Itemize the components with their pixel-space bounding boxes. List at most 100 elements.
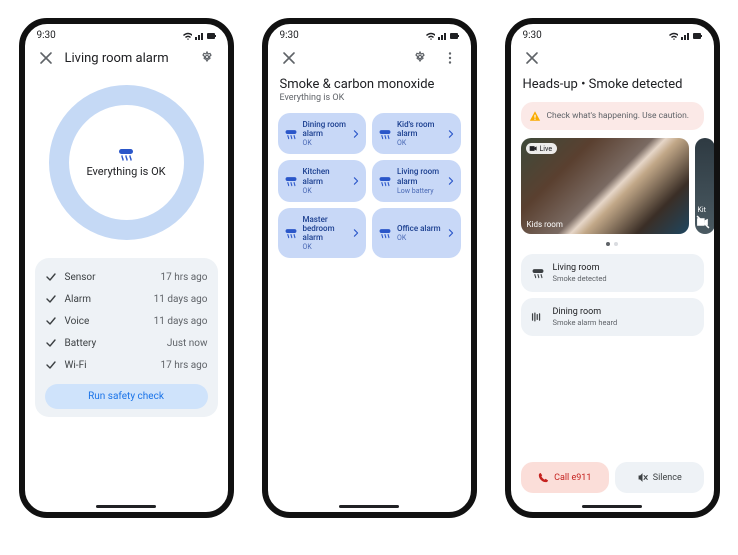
close-button[interactable] (521, 47, 543, 69)
call-911-button[interactable]: Call e911 (521, 462, 610, 493)
check-timestamp: 11 days ago (154, 294, 208, 305)
tile-name: Living room alarm (397, 167, 442, 185)
phone-icon (538, 472, 549, 483)
warning-icon (529, 110, 541, 122)
wifi-icon (182, 31, 192, 41)
check-label: Battery (65, 338, 167, 349)
top-bar (511, 43, 714, 75)
tile-name: Kitchen alarm (303, 167, 348, 185)
home-indicator[interactable] (582, 505, 642, 508)
alert-card[interactable]: Living roomSmoke detected (521, 254, 704, 292)
check-label: Voice (65, 316, 154, 327)
check-icon (45, 315, 57, 327)
signal-icon (437, 31, 447, 41)
check-icon (45, 359, 57, 371)
close-button[interactable] (278, 47, 300, 69)
silence-button[interactable]: Silence (615, 462, 704, 493)
chevron-right-icon (352, 229, 360, 237)
top-bar: Living room alarm (25, 43, 228, 75)
live-label: Live (540, 145, 553, 153)
alarm-tile[interactable]: Master bedroom alarmOK (278, 208, 367, 259)
close-button[interactable] (35, 47, 57, 69)
status-time: 9:30 (280, 30, 299, 41)
status-ring: Everything is OK (35, 75, 218, 258)
settings-button[interactable] (409, 47, 431, 69)
alert-message: Smoke detected (553, 274, 607, 283)
tile-name: Master bedroom alarm (303, 215, 348, 243)
tile-name: Kid's room alarm (397, 120, 442, 138)
phone-smoke-co: 9:30 Smoke & carbon monoxide Everything … (262, 18, 477, 518)
status-bar: 9:30 (25, 24, 228, 43)
chevron-right-icon (447, 130, 455, 138)
camera-next[interactable]: Kit (695, 138, 714, 234)
check-row: Voice11 days ago (45, 310, 208, 332)
alert-room: Living room (553, 263, 607, 273)
camera-label: Kids room (527, 220, 563, 229)
smoke-detector-icon (117, 147, 135, 161)
battery-icon (449, 31, 459, 41)
chevron-right-icon (447, 177, 455, 185)
smoke-detector-icon (284, 226, 298, 240)
check-icon (45, 293, 57, 305)
top-bar (268, 43, 471, 75)
check-timestamp: Just now (167, 338, 208, 349)
status-icons (425, 31, 459, 41)
camera-kids-room[interactable]: Live Kids room (521, 138, 689, 234)
check-icon (45, 337, 57, 349)
smoke-detector-icon (284, 127, 298, 141)
alert-message: Smoke alarm heard (553, 318, 618, 327)
smoke-detector-icon (378, 127, 392, 141)
alarm-tile[interactable]: Kid's room alarmOK (372, 113, 461, 154)
alarm-tile[interactable]: Office alarmOK (372, 208, 461, 259)
page-title: Smoke & carbon monoxide (278, 75, 461, 93)
battery-icon (692, 31, 702, 41)
mute-icon (637, 472, 648, 483)
camera-row: Live Kids room Kit (521, 138, 704, 234)
status-icons (182, 31, 216, 41)
tile-status: OK (397, 139, 442, 147)
status-message: Everything is OK (86, 165, 165, 178)
wifi-icon (425, 31, 435, 41)
wifi-icon (668, 31, 678, 41)
camera-peek-label: Kit (698, 206, 706, 214)
check-timestamp: 17 hrs ago (160, 272, 207, 283)
tile-status: OK (303, 243, 348, 251)
check-label: Sensor (65, 272, 161, 283)
home-indicator[interactable] (96, 505, 156, 508)
smoke-detector-icon (531, 266, 545, 280)
check-icon (45, 271, 57, 283)
status-time: 9:30 (37, 30, 56, 41)
chevron-right-icon (352, 130, 360, 138)
tile-status: Low battery (397, 187, 442, 195)
carousel-dots (521, 242, 704, 246)
camera-icon (529, 144, 538, 153)
check-timestamp: 17 hrs ago (160, 360, 207, 371)
status-icons (668, 31, 702, 41)
home-indicator[interactable] (339, 505, 399, 508)
page-title: Heads-up • Smoke detected (521, 75, 704, 98)
settings-button[interactable] (196, 47, 218, 69)
signal-icon (680, 31, 690, 41)
more-button[interactable] (439, 47, 461, 69)
check-row: Alarm11 days ago (45, 288, 208, 310)
phone-living-room-alarm: 9:30 Living room alarm Everything is OK … (19, 18, 234, 518)
chevron-right-icon (447, 229, 455, 237)
dot-inactive[interactable] (614, 242, 618, 246)
tile-status: OK (303, 187, 348, 195)
chevron-right-icon (352, 177, 360, 185)
smoke-detector-icon (378, 226, 392, 240)
check-timestamp: 11 days ago (154, 316, 208, 327)
run-safety-check-button[interactable]: Run safety check (45, 384, 208, 409)
alarm-tile[interactable]: Kitchen alarm OK (278, 160, 367, 201)
alarm-tile[interactable]: Dining room alarmOK (278, 113, 367, 154)
phone-heads-up: 9:30 Heads-up • Smoke detected Check wha… (505, 18, 720, 518)
check-row: Sensor17 hrs ago (45, 266, 208, 288)
alert-card[interactable]: Dining roomSmoke alarm heard (521, 298, 704, 336)
live-pill: Live (526, 143, 558, 154)
warning-text: Check what's happening. Use caution. (547, 111, 690, 121)
alarm-tile[interactable]: Living room alarm Low battery (372, 160, 461, 201)
dot-active[interactable] (606, 242, 610, 246)
status-bar: 9:30 (511, 24, 714, 43)
check-label: Alarm (65, 294, 154, 305)
tile-status: OK (303, 139, 348, 147)
